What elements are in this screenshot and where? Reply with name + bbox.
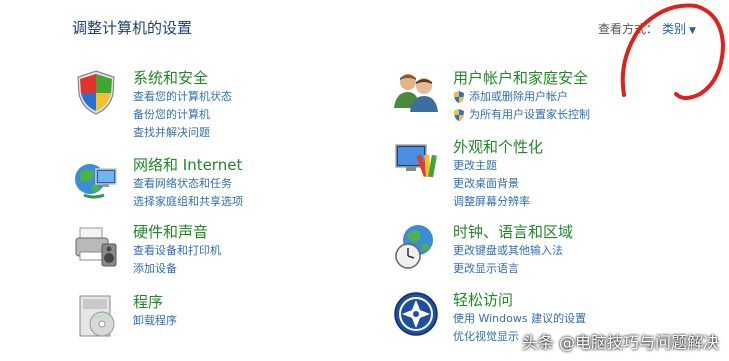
link-view-network-status[interactable]: 查看网络状态和任务: [133, 175, 243, 193]
category-title-network-internet[interactable]: 网络和 Internet: [133, 155, 243, 175]
category-title-system-security[interactable]: 系统和安全: [133, 68, 232, 88]
link-view-computer-status[interactable]: 查看您的计算机状态: [133, 88, 232, 106]
printer-icon[interactable]: [72, 222, 120, 270]
category-title-appearance[interactable]: 外观和个性化: [453, 137, 543, 157]
link-backup-computer[interactable]: 备份您的计算机: [133, 106, 232, 124]
view-by-value[interactable]: 类别: [662, 22, 686, 36]
dropdown-arrow-icon[interactable]: ▼: [689, 26, 696, 36]
link-add-remove-accounts-label: 添加或删除用户帐户: [469, 90, 568, 103]
link-uninstall-program[interactable]: 卸载程序: [133, 312, 177, 330]
ease-of-access-icon[interactable]: [392, 290, 440, 338]
link-add-device[interactable]: 添加设备: [133, 260, 221, 278]
link-use-windows-suggested-settings[interactable]: 使用 Windows 建议的设置: [453, 310, 586, 328]
category-title-ease-of-access[interactable]: 轻松访问: [453, 290, 586, 310]
link-adjust-resolution[interactable]: 调整屏幕分辨率: [453, 193, 543, 211]
security-shield-icon[interactable]: [72, 68, 120, 116]
link-homegroup-sharing[interactable]: 选择家庭组和共享选项: [133, 193, 243, 211]
clock-globe-icon[interactable]: [392, 222, 440, 270]
category-title-programs[interactable]: 程序: [133, 292, 177, 312]
network-globe-icon[interactable]: [72, 155, 120, 203]
link-troubleshoot[interactable]: 查找并解决问题: [133, 124, 232, 142]
link-change-desktop-background[interactable]: 更改桌面背景: [453, 175, 543, 193]
appearance-monitor-icon[interactable]: [392, 137, 440, 185]
red-annotation-circle: [620, 3, 726, 100]
category-title-user-accounts[interactable]: 用户帐户和家庭安全: [453, 68, 590, 88]
category-title-hardware-sound[interactable]: 硬件和声音: [133, 222, 221, 242]
view-by-control[interactable]: 查看方式： 类别 ▼: [598, 20, 696, 37]
watermark: 头条 @电脑技巧与问题解决: [521, 333, 719, 352]
category-title-clock-language-region[interactable]: 时钟、语言和区域: [453, 222, 573, 242]
uac-shield-icon: [454, 91, 464, 103]
programs-box-icon[interactable]: [72, 292, 120, 340]
link-change-input-methods[interactable]: 更改键盘或其他输入法: [453, 242, 573, 260]
uac-shield-icon: [454, 109, 464, 121]
users-icon[interactable]: [392, 68, 440, 116]
link-change-theme[interactable]: 更改主题: [453, 157, 543, 175]
link-parental-controls[interactable]: 为所有用户设置家长控制: [453, 106, 590, 124]
page-title: 调整计算机的设置: [72, 19, 193, 37]
link-change-display-language[interactable]: 更改显示语言: [453, 260, 573, 278]
link-devices-printers[interactable]: 查看设备和打印机: [133, 242, 221, 260]
view-by-label: 查看方式：: [598, 22, 659, 36]
link-add-remove-accounts[interactable]: 添加或删除用户帐户: [453, 88, 590, 106]
link-parental-controls-label: 为所有用户设置家长控制: [469, 108, 590, 121]
